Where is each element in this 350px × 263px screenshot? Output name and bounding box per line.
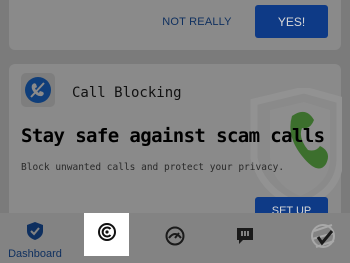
nav-item-brand[interactable] — [295, 213, 350, 263]
bottom-navigation-bar: Dashboard — [0, 213, 350, 263]
speed-gauge-icon — [165, 226, 185, 251]
nav-item-label: Dashboard — [8, 248, 62, 260]
shield-phone-illustration — [244, 86, 344, 213]
nav-item-privacy-highlighted[interactable] — [84, 213, 129, 256]
nav-item-messages[interactable] — [220, 213, 270, 263]
feature-description: Block unwanted calls and protect your pr… — [21, 162, 285, 173]
yes-button[interactable]: YES! — [255, 5, 328, 38]
brand-logo-icon — [308, 221, 338, 256]
feature-headline: Stay safe against scam calls — [21, 125, 325, 147]
nav-item-dashboard[interactable]: Dashboard — [0, 213, 70, 263]
message-alert-icon — [235, 226, 255, 251]
call-blocking-icon — [21, 73, 55, 107]
feature-title: Call Blocking — [72, 85, 182, 101]
privacy-c-icon — [97, 222, 117, 247]
not-really-button[interactable]: NOT REALLY — [161, 13, 233, 31]
shield-check-icon — [26, 221, 44, 246]
nav-item-speed[interactable] — [150, 213, 200, 263]
